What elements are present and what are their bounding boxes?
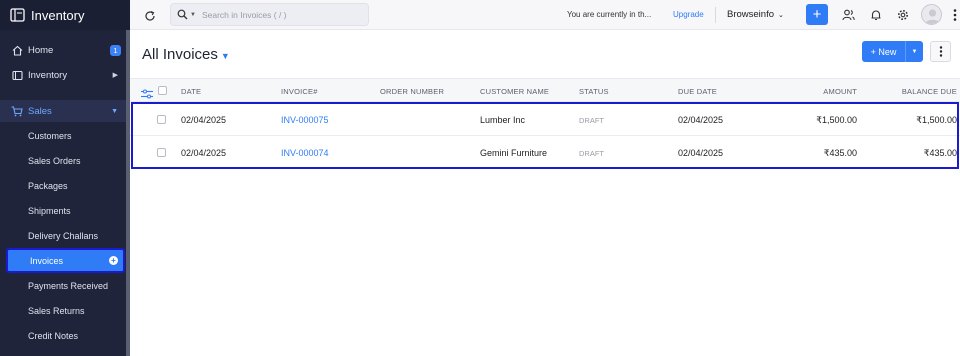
organization-switcher[interactable]: Browseinfo ⌄ (727, 9, 784, 20)
sidebar-item-sales[interactable]: Sales ▼ (0, 100, 130, 122)
chevron-down-icon[interactable]: ▼ (906, 49, 923, 55)
app-menu-icon[interactable] (952, 8, 958, 22)
select-all-checkbox[interactable] (158, 86, 167, 95)
quick-create-button[interactable]: + (806, 4, 828, 25)
trial-message: You are currently in th... (567, 10, 652, 19)
sidebar: Inventory Home 1 Inventory ▶ Sales ▼ Cus… (0, 0, 130, 356)
chevron-down-icon: ⌄ (776, 12, 784, 19)
chevron-right-icon: ▶ (112, 72, 118, 79)
upgrade-link[interactable]: Upgrade (673, 10, 704, 19)
inventory-logo-icon (10, 8, 26, 22)
column-filter-icon[interactable] (141, 86, 153, 99)
org-name: Browseinfo (727, 9, 774, 20)
column-header-due-date[interactable]: DUE DATE (678, 87, 717, 96)
users-icon[interactable] (842, 8, 855, 21)
topbar: ▼ Search in Invoices ( / ) You are curre… (130, 0, 960, 30)
cart-icon (11, 105, 23, 117)
sidebar-sub-delivery-challans[interactable]: Delivery Challans (0, 225, 130, 247)
sidebar-sub-shipments[interactable]: Shipments (0, 200, 130, 222)
column-header-order-number[interactable]: ORDER NUMBER (380, 87, 444, 96)
add-invoice-icon[interactable]: + (109, 256, 118, 265)
column-header-balance-due[interactable]: BALANCE DUE (857, 87, 957, 96)
page-title: All Invoices (142, 46, 218, 63)
column-header-customer-name[interactable]: CUSTOMER NAME (480, 87, 549, 96)
search-bar[interactable]: ▼ Search in Invoices ( / ) (170, 3, 369, 26)
kebab-icon (939, 46, 942, 57)
column-header-amount[interactable]: AMOUNT (757, 87, 857, 96)
inventory-icon (11, 69, 23, 81)
bell-icon[interactable] (869, 8, 882, 21)
sidebar-sub-packages[interactable]: Packages (0, 175, 130, 197)
column-header-status[interactable]: STATUS (579, 87, 609, 96)
rows-highlight-frame (131, 102, 959, 169)
view-selector[interactable]: All Invoices ▼ (142, 46, 230, 63)
main-content: All Invoices ▼ + New ▼ DATE INVOICE# ORDE… (130, 30, 960, 356)
app-title: Inventory (31, 7, 85, 23)
avatar[interactable] (921, 4, 942, 25)
chevron-down-icon: ▼ (220, 51, 230, 61)
chevron-down-icon[interactable]: ▼ (190, 12, 196, 18)
search-icon (177, 9, 188, 20)
new-invoice-button[interactable]: + New ▼ (862, 41, 923, 62)
table-header: DATE INVOICE# ORDER NUMBER CUSTOMER NAME… (130, 78, 960, 102)
sidebar-item-label: Inventory (28, 69, 68, 81)
new-button-label: + New (870, 46, 897, 57)
home-icon (11, 44, 23, 56)
notification-badge: 1 (110, 44, 121, 56)
sidebar-sub-payments-received[interactable]: Payments Received (0, 275, 130, 297)
refresh-icon[interactable] (144, 9, 156, 21)
sidebar-sub-customers[interactable]: Customers (0, 125, 130, 147)
sidebar-item-label: Invoices (30, 255, 64, 266)
sidebar-item-inventory[interactable]: Inventory ▶ (0, 64, 130, 86)
sidebar-sub-sales-returns[interactable]: Sales Returns (0, 300, 130, 322)
sidebar-item-label: Home (28, 44, 54, 56)
sidebar-item-home[interactable]: Home 1 (0, 39, 130, 61)
sidebar-sub-credit-notes[interactable]: Credit Notes (0, 325, 130, 347)
more-options-button[interactable] (930, 41, 951, 62)
settings-gear-icon[interactable] (896, 8, 909, 21)
divider (715, 7, 716, 23)
chevron-down-icon: ▼ (111, 107, 118, 115)
sidebar-item-label: Sales (28, 105, 52, 117)
app-window: Inventory Home 1 Inventory ▶ Sales ▼ Cus… (0, 0, 960, 356)
sidebar-header[interactable]: Inventory (0, 0, 130, 30)
column-header-invoice[interactable]: INVOICE# (281, 87, 318, 96)
column-header-date[interactable]: DATE (181, 87, 201, 96)
search-input[interactable]: Search in Invoices ( / ) (202, 10, 287, 20)
sidebar-sub-sales-orders[interactable]: Sales Orders (0, 150, 130, 172)
sidebar-sub-invoices[interactable]: Invoices + (6, 248, 125, 273)
